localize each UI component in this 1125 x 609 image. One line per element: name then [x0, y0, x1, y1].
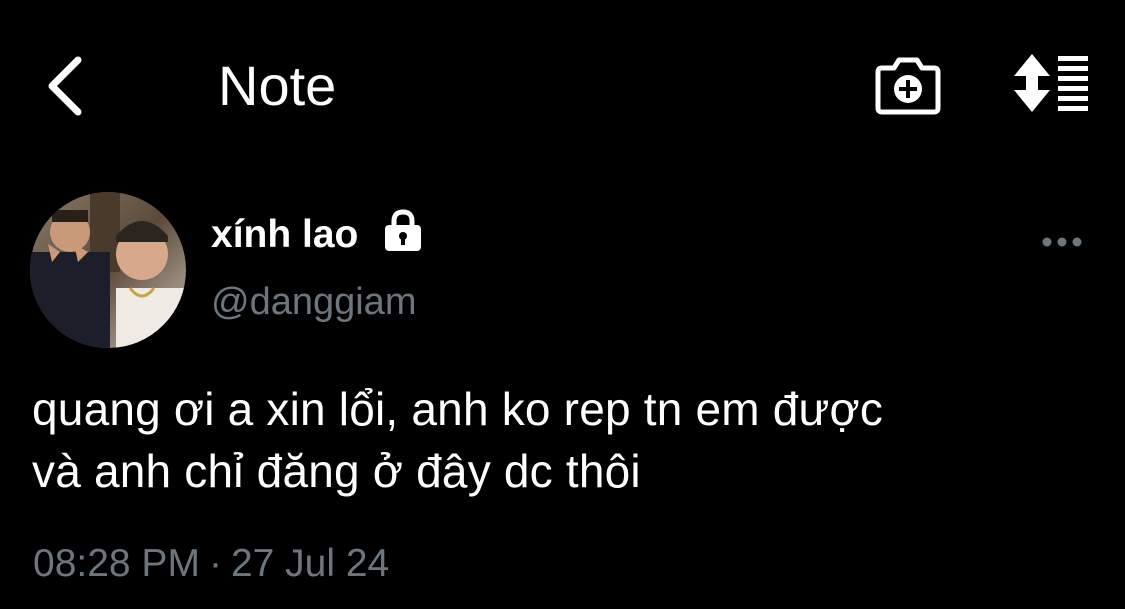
post-text-line: quang ơi a xin lổi, anh ko rep tn em đượ…	[32, 383, 884, 435]
timestamp-separator: ·	[208, 542, 222, 585]
more-options-button[interactable]	[1040, 228, 1084, 256]
lock-icon	[380, 207, 426, 253]
author-handle[interactable]: @danggiam	[211, 280, 416, 324]
page-title: Note	[218, 54, 337, 117]
camera-plus-icon	[875, 57, 941, 115]
top-bar: Note	[0, 0, 1125, 170]
post-date: 27 Jul 24	[230, 542, 390, 585]
post-time: 08:28 PM	[33, 542, 200, 585]
sort-lines-icon	[1014, 54, 1088, 112]
sort-button[interactable]	[1012, 52, 1092, 114]
post-text: quang ơi a xin lổi, anh ko rep tn em đượ…	[32, 378, 1102, 502]
author-display-name[interactable]: xính lao	[211, 212, 358, 258]
avatar[interactable]	[30, 192, 186, 348]
chevron-left-icon	[48, 56, 82, 116]
post-timestamp: 08:28 PM · 27 Jul 24	[33, 540, 389, 588]
back-button[interactable]	[38, 50, 98, 120]
ellipsis-icon	[1042, 237, 1082, 247]
post-text-line: và anh chỉ đăng ở đây dc thôi	[32, 445, 641, 497]
avatar-photo	[30, 192, 186, 348]
camera-button[interactable]	[872, 52, 944, 118]
